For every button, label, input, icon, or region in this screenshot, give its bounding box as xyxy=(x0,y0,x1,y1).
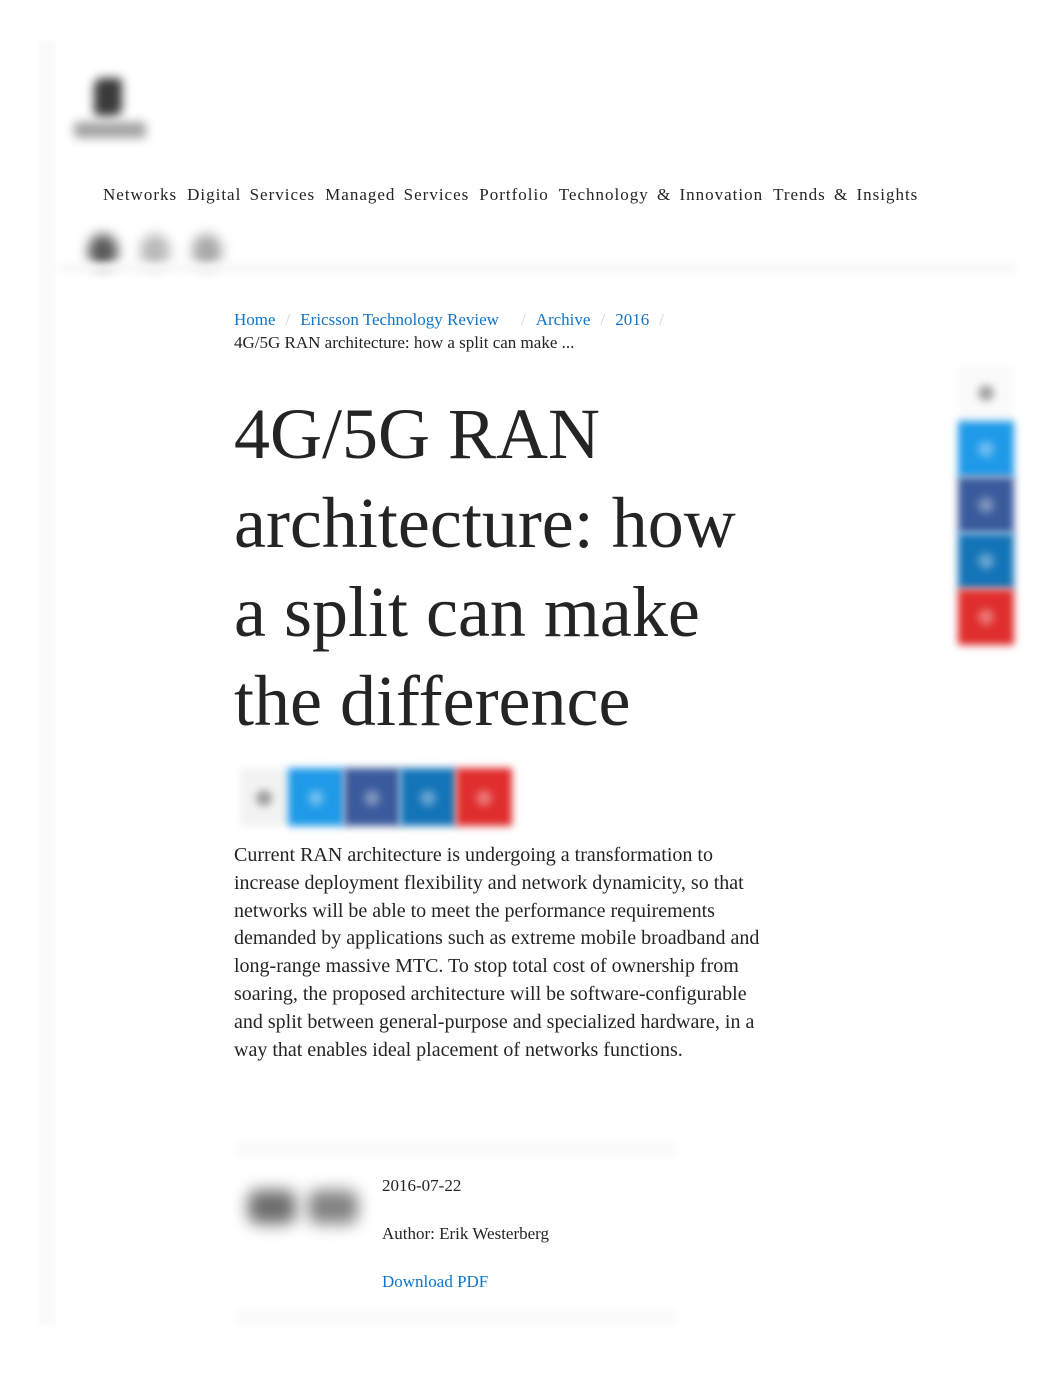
article-intro: Current RAN architecture is undergoing a… xyxy=(234,844,760,1061)
breadcrumb-separator: / xyxy=(659,310,664,329)
floating-share-rail xyxy=(958,365,1014,645)
nav-trends-insights[interactable]: Trends & Insights xyxy=(773,185,918,205)
breadcrumb-archive[interactable]: Archive xyxy=(536,310,591,329)
rail-share-linkedin-button[interactable] xyxy=(958,533,1014,589)
meta-divider-bottom xyxy=(234,1308,678,1326)
share-twitter-button[interactable] xyxy=(288,768,344,826)
share-facebook-button[interactable] xyxy=(344,768,400,826)
rail-share-twitter-button[interactable] xyxy=(958,421,1014,477)
breadcrumb-current: 4G/5G RAN architecture: how a split can … xyxy=(234,333,575,352)
breadcrumb: Home / Ericsson Technology Review / Archive /… xyxy=(234,308,774,354)
breadcrumb-separator: / xyxy=(285,310,291,329)
breadcrumb-technology-review[interactable]: Ericsson Technology Review xyxy=(300,310,499,329)
share-linkedin-button[interactable] xyxy=(400,768,456,826)
nav-digital-services[interactable]: Digital Services xyxy=(187,185,315,205)
article-meta: 2016-07-22 Author: Erik Westerberg Downl… xyxy=(382,1175,549,1319)
rail-share-email-button[interactable] xyxy=(958,365,1014,421)
ericsson-logo-icon xyxy=(94,78,122,116)
nav-portfolio[interactable]: Portfolio xyxy=(479,185,548,205)
main-navigation: Networks Digital Services Managed Servic… xyxy=(103,185,918,205)
meta-divider-top xyxy=(234,1140,678,1158)
share-pinterest-button[interactable] xyxy=(456,768,512,826)
ericsson-logo[interactable] xyxy=(70,72,150,147)
ericsson-wordmark xyxy=(74,122,146,138)
download-pdf-link[interactable]: Download PDF xyxy=(382,1272,488,1291)
share-row xyxy=(240,768,512,826)
nav-networks[interactable]: Networks xyxy=(103,185,177,205)
nav-managed-services[interactable]: Managed Services xyxy=(325,185,469,205)
publish-date: 2016-07-22 xyxy=(382,1176,462,1195)
breadcrumb-home[interactable]: Home xyxy=(234,310,276,329)
author-signature-image xyxy=(244,1186,364,1232)
rail-share-pinterest-button[interactable] xyxy=(958,589,1014,645)
rail-share-facebook-button[interactable] xyxy=(958,477,1014,533)
breadcrumb-separator: / xyxy=(520,310,526,329)
author-name: Author: Erik Westerberg xyxy=(382,1224,550,1243)
header-divider xyxy=(60,263,1015,273)
share-email-button[interactable] xyxy=(240,768,288,826)
article-title: 4G/5G RAN architecture: how a split can … xyxy=(234,394,736,741)
breadcrumb-separator: / xyxy=(600,310,606,329)
breadcrumb-2016[interactable]: 2016 xyxy=(615,310,649,329)
nav-technology-innovation[interactable]: Technology & Innovation xyxy=(559,185,763,205)
